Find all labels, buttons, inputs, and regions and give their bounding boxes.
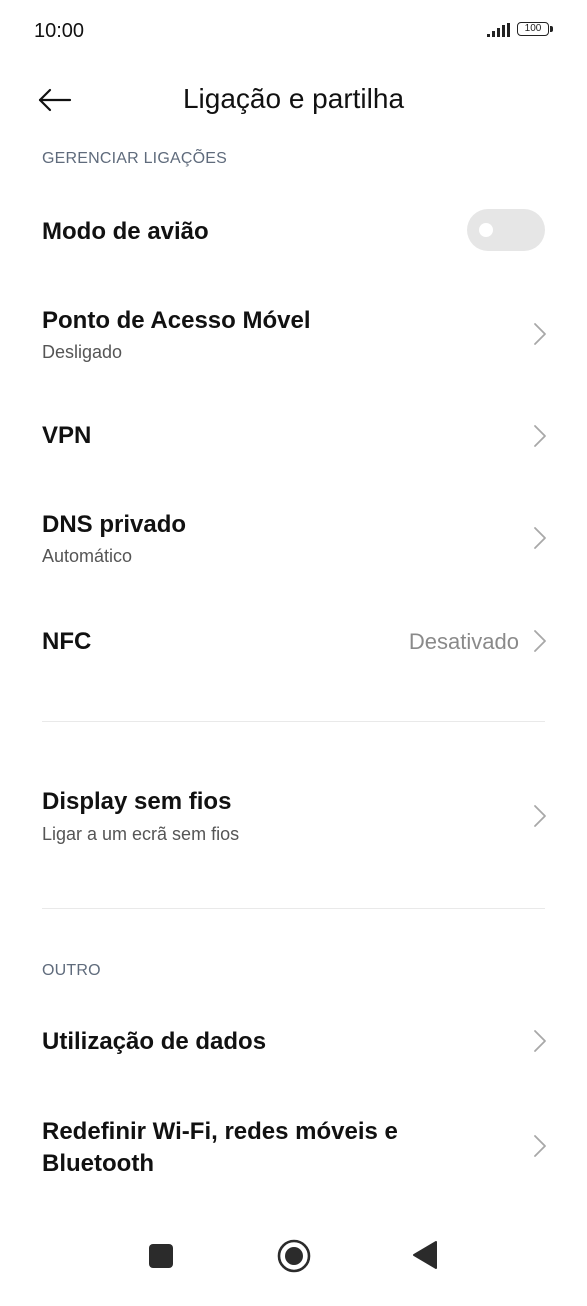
- data-usage-title: Utilização de dados: [42, 1028, 267, 1055]
- airplane-mode-title: Modo de avião: [42, 218, 209, 245]
- wireless-display-subtitle: Ligar a um ecrã sem fios: [42, 824, 240, 844]
- recents-square-icon: [149, 1244, 173, 1268]
- section-divider: [42, 721, 545, 722]
- status-bar: 10:00 100: [0, 0, 587, 64]
- nfc-row[interactable]: NFC Desativado: [0, 605, 587, 677]
- status-time: 10:00: [34, 20, 85, 42]
- reset-network-title-line1: Redefinir Wi-Fi, redes móveis e: [42, 1118, 398, 1145]
- private-dns-status: Automático: [42, 546, 133, 566]
- section-divider: [42, 908, 545, 909]
- section-header-other: OUTRO: [42, 962, 101, 979]
- airplane-mode-row[interactable]: Modo de avião: [0, 196, 587, 268]
- vpn-row[interactable]: VPN: [0, 400, 587, 472]
- chevron-right-icon: [534, 805, 546, 827]
- reset-network-row[interactable]: Redefinir Wi-Fi, redes móveis e Bluetoot…: [0, 1100, 587, 1192]
- home-circle-icon: [277, 1239, 311, 1273]
- back-triangle-icon: [413, 1241, 437, 1269]
- battery-icon: 100: [517, 22, 553, 38]
- toggle-knob: [479, 223, 493, 237]
- reset-network-title-line2: Bluetooth: [42, 1150, 154, 1177]
- page-title: Ligação e partilha: [182, 83, 405, 114]
- chevron-right-icon: [534, 1030, 546, 1052]
- data-usage-row[interactable]: Utilização de dados: [0, 1005, 587, 1077]
- nfc-value: Desativado: [408, 629, 519, 654]
- chevron-right-icon: [534, 425, 546, 447]
- chevron-right-icon: [534, 527, 546, 549]
- airplane-mode-toggle[interactable]: [467, 209, 545, 251]
- private-dns-title: DNS privado: [42, 511, 187, 538]
- wireless-display-title: Display sem fios: [42, 788, 232, 815]
- vpn-title: VPN: [42, 422, 92, 449]
- hotspot-row[interactable]: Ponto de Acesso Móvel Desligado: [0, 290, 587, 380]
- chevron-right-icon: [534, 1135, 546, 1157]
- wireless-display-row[interactable]: Display sem fios Ligar a um ecrã sem fio…: [0, 770, 587, 862]
- home-button[interactable]: [276, 1238, 312, 1279]
- nav-back-button[interactable]: [412, 1240, 438, 1275]
- chevron-right-icon: [534, 630, 546, 652]
- battery-level: 100: [517, 22, 549, 36]
- chevron-right-icon: [534, 323, 546, 345]
- signal-icon: [487, 23, 510, 37]
- private-dns-row[interactable]: DNS privado Automático: [0, 493, 587, 583]
- section-header-manage: GERENCIAR LIGAÇÕES: [42, 150, 227, 167]
- recents-button[interactable]: [148, 1243, 174, 1274]
- header: Ligação e partilha: [0, 70, 587, 130]
- hotspot-status: Desligado: [42, 342, 123, 362]
- hotspot-title: Ponto de Acesso Móvel: [42, 307, 311, 334]
- nfc-title: NFC: [42, 628, 92, 655]
- status-icons: 100: [487, 22, 553, 38]
- system-nav-bar: [0, 1230, 587, 1290]
